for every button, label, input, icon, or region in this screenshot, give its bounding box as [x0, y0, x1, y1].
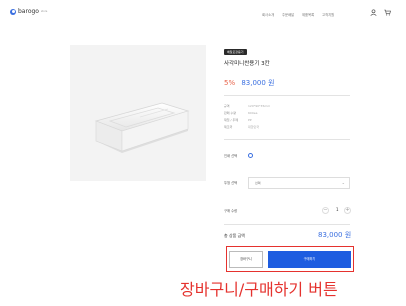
- chevron-down-icon: ⌄: [341, 180, 345, 185]
- category-badge: 배달포장용기: [224, 49, 247, 55]
- lid-option-select[interactable]: 선택 ⌄: [248, 177, 350, 189]
- container-illustration: [94, 102, 190, 153]
- total-value: 83,000 원: [318, 231, 352, 239]
- product-title: 사각미니찬용기 3칸: [224, 61, 270, 67]
- divider: [224, 95, 350, 96]
- print-option-radio[interactable]: [248, 153, 253, 158]
- discount-percent: 5%: [224, 79, 236, 87]
- nav-support[interactable]: 고객지원: [322, 12, 334, 17]
- sale-price: 83,000 원: [241, 79, 275, 87]
- lid-option-label: 뚜껑 선택: [224, 181, 238, 185]
- info-key: 재질 / 두께: [224, 118, 238, 122]
- info-value: 600ea: [248, 111, 258, 115]
- logo-mark-icon: [10, 8, 16, 15]
- info-value: 대한민국: [248, 125, 260, 129]
- logo-sup: store: [40, 10, 48, 13]
- qty-minus-button[interactable]: −: [322, 207, 329, 214]
- logo-text: barogo: [18, 8, 39, 15]
- qty-label: 구매 수량: [224, 209, 238, 213]
- divider: [224, 224, 350, 225]
- add-to-cart-button[interactable]: 장바구니: [229, 251, 263, 268]
- product-image: [70, 45, 206, 181]
- user-icon[interactable]: [370, 9, 377, 16]
- info-key: 규격: [224, 104, 230, 108]
- price-row: 5% 83,000 원: [224, 78, 275, 88]
- logo[interactable]: barogo store: [10, 8, 47, 15]
- qty-value[interactable]: 1: [336, 207, 339, 212]
- nav-about[interactable]: 회사소개: [262, 12, 274, 17]
- info-value: 120*90*35mm: [248, 104, 271, 108]
- cart-icon[interactable]: [384, 9, 391, 16]
- nav-order[interactable]: 주문배달: [282, 12, 294, 17]
- info-key: 판매 수량: [224, 111, 236, 115]
- qty-plus-button[interactable]: +: [344, 207, 351, 214]
- lid-option-value: 선택: [255, 181, 261, 185]
- buy-now-button[interactable]: 구매하기: [268, 251, 351, 268]
- print-option-label: 인쇄 선택: [224, 154, 238, 158]
- divider: [224, 139, 350, 140]
- total-label: 총 상품 금액: [224, 233, 245, 238]
- info-key: 제조국: [224, 125, 233, 129]
- info-value: PP: [248, 118, 252, 122]
- annotation-caption: 장바구니/구매하기 버튼: [180, 280, 338, 299]
- nav-products[interactable]: 제품목록: [302, 12, 314, 17]
